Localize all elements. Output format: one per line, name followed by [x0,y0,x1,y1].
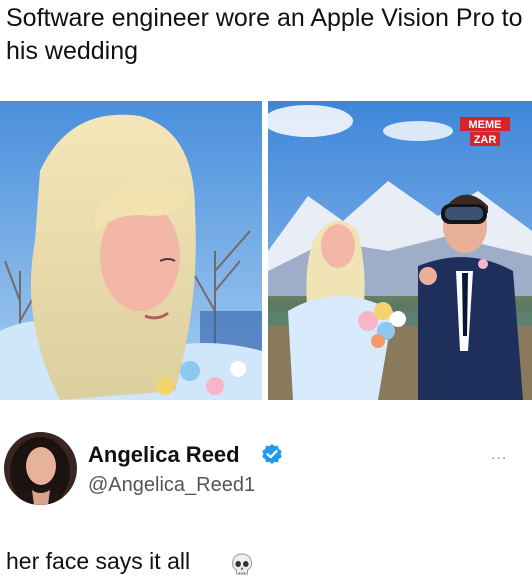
skull-icon [231,553,253,575]
svg-text:MEME: MEME [469,119,502,131]
avatar[interactable] [4,432,77,505]
svg-text:ZAR: ZAR [474,134,497,146]
more-options-icon[interactable]: ... [491,446,507,464]
display-name[interactable]: Angelica Reed [88,442,240,468]
photo-bride-closeup [0,101,262,400]
user-handle[interactable]: @Angelica_Reed1 [88,474,255,497]
meme-zar-watermark: MEME ZAR [460,117,510,146]
verified-badge-icon [262,444,282,464]
photo-couple-vision-pro: MEME ZAR [268,101,532,400]
meme-caption: Software engineer wore an Apple Vision P… [6,4,523,65]
tweet-text: her face says it all [6,548,191,574]
